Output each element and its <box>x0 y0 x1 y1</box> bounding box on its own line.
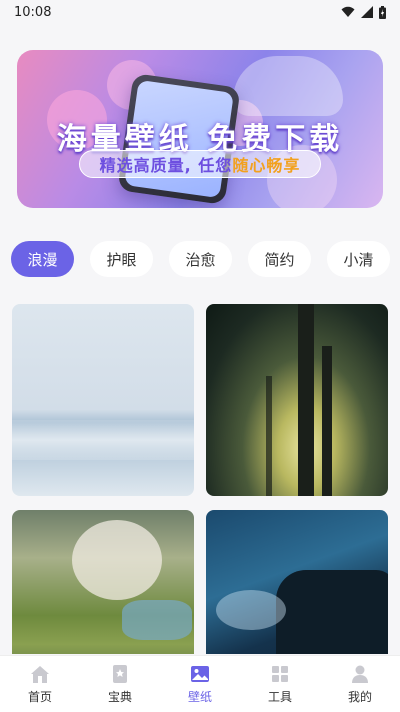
category-tabs: 浪漫 护眼 治愈 简约 小清 <box>11 241 400 277</box>
category-tab-fresh[interactable]: 小清 <box>327 241 390 277</box>
blossom-tree <box>72 520 162 600</box>
wave-foam <box>216 590 286 630</box>
signal-icon <box>361 6 373 18</box>
book-icon <box>113 665 127 683</box>
sea-glint <box>12 420 194 460</box>
wallpaper-card-ocean[interactable] <box>206 510 388 654</box>
banner-subtitle-text: 精选高质量, 任您 <box>99 156 233 175</box>
banner-subtitle: 精选高质量, 任您 随心畅享 <box>79 150 321 178</box>
category-tab-minimal[interactable]: 简约 <box>248 241 311 277</box>
nav-wallpaper[interactable]: 壁纸 <box>160 656 240 712</box>
status-icons <box>341 5 386 19</box>
category-tab-eye-care[interactable]: 护眼 <box>90 241 153 277</box>
nav-mine-label: 我的 <box>347 690 372 704</box>
terrace-water <box>122 600 192 640</box>
wallpaper-grid <box>12 304 388 654</box>
rock-shape <box>276 570 388 654</box>
nav-guide[interactable]: 宝典 <box>80 656 160 712</box>
category-tab-romantic[interactable]: 浪漫 <box>11 241 74 277</box>
category-tab-healing[interactable]: 治愈 <box>169 241 232 277</box>
nav-mine[interactable]: 我的 <box>320 656 400 712</box>
tree-trunk <box>322 346 332 496</box>
wallpaper-card-sea[interactable] <box>12 304 194 496</box>
wifi-icon <box>341 6 355 17</box>
status-time: 10:08 <box>14 4 52 20</box>
status-bar: 10:08 <box>0 0 400 24</box>
nav-tools-label: 工具 <box>267 690 292 704</box>
nav-wallpaper-label: 壁纸 <box>187 690 212 704</box>
grid-icon <box>272 666 288 682</box>
tree-trunk <box>266 376 272 496</box>
lamp-illustration <box>233 56 343 116</box>
tree-trunk <box>298 304 314 496</box>
nav-home[interactable]: 首页 <box>0 656 80 712</box>
wallpaper-card-blossom[interactable] <box>12 510 194 654</box>
image-icon <box>191 666 209 682</box>
banner-subtitle-highlight: 随心畅享 <box>232 156 301 175</box>
home-icon <box>31 666 49 683</box>
nav-tools[interactable]: 工具 <box>240 656 320 712</box>
bottom-navigation: 首页 宝典 壁纸 工具 我的 <box>0 655 400 712</box>
wallpaper-card-forest[interactable] <box>206 304 388 496</box>
nav-guide-label: 宝典 <box>107 690 132 704</box>
nav-home-label: 首页 <box>27 690 52 704</box>
promo-banner[interactable]: 海量壁纸 免费下载 精选高质量, 任您 随心畅享 <box>17 50 383 208</box>
battery-icon <box>379 5 386 19</box>
person-icon <box>352 665 368 683</box>
